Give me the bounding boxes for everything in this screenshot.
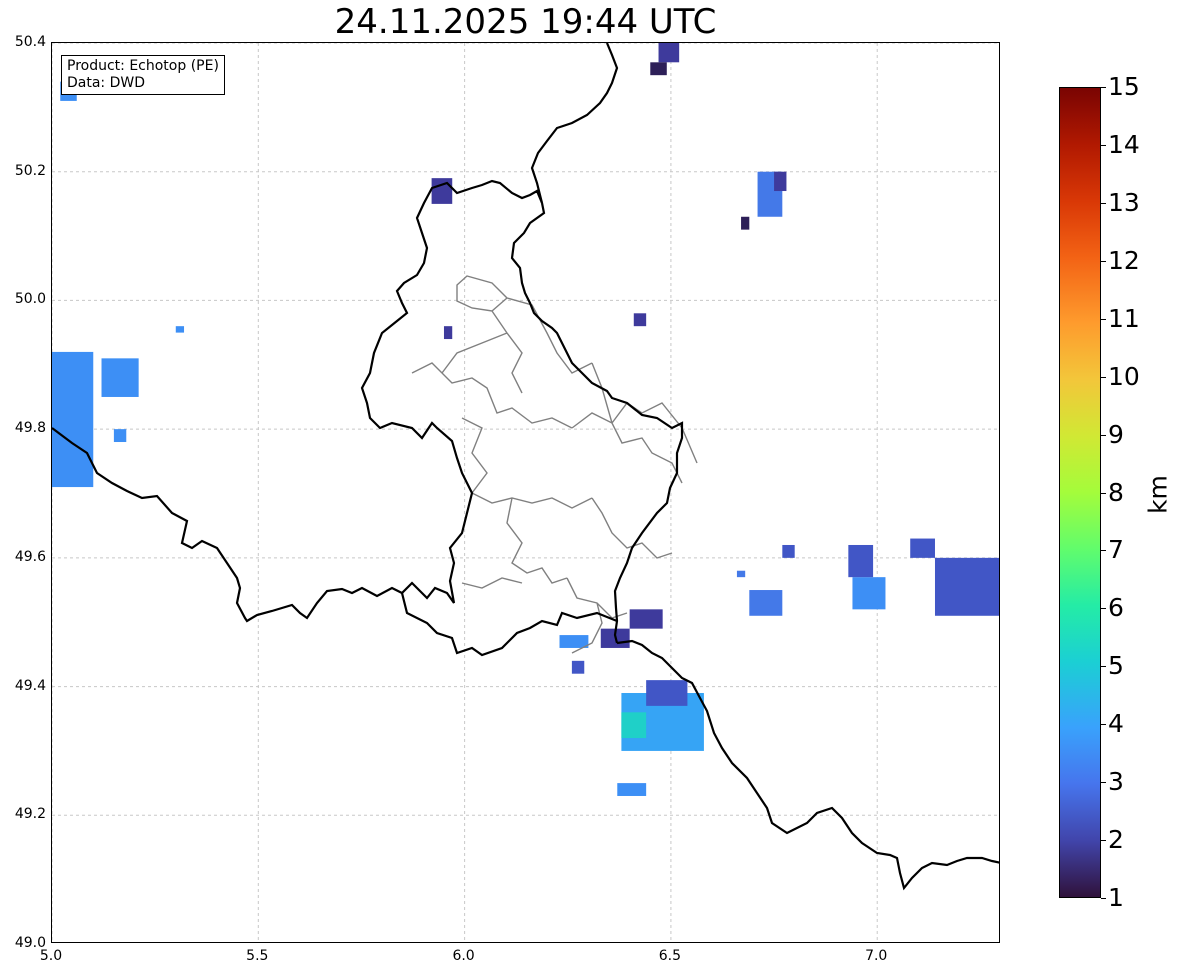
colorbar-tick-mark bbox=[1101, 202, 1106, 204]
colorbar bbox=[1059, 87, 1101, 898]
borders bbox=[52, 43, 999, 891]
y-tick-label: 49.8 bbox=[14, 420, 46, 437]
district-boundary bbox=[411, 275, 698, 654]
x-tick-label: 6.0 bbox=[452, 948, 475, 964]
y-tick-label: 50.2 bbox=[14, 162, 46, 179]
colorbar-tick-label: 9 bbox=[1108, 419, 1124, 449]
colorbar-tick-label: 1 bbox=[1108, 883, 1124, 912]
chart-title: 24.11.2025 19:44 UTC bbox=[334, 2, 717, 42]
x-tick-label: 7.0 bbox=[865, 948, 888, 964]
y-tick-label: 50.0 bbox=[14, 291, 46, 308]
x-tick-label: 5.5 bbox=[246, 948, 269, 964]
echotop-cell bbox=[736, 570, 746, 578]
map-canvas bbox=[52, 43, 999, 942]
echotop-cell bbox=[848, 544, 874, 578]
colorbar-tick-mark bbox=[1101, 144, 1106, 146]
echotop-cell bbox=[431, 178, 453, 204]
echotop-cell bbox=[52, 351, 94, 488]
colorbar-tick-label: 10 bbox=[1108, 361, 1140, 391]
colorbar-tick-label: 14 bbox=[1108, 129, 1140, 159]
colorbar-tick-mark bbox=[1101, 840, 1106, 842]
echotop-cell bbox=[621, 712, 647, 739]
echotop-cell bbox=[749, 590, 783, 616]
colorbar-tick-label: 2 bbox=[1108, 825, 1124, 855]
colorbar-tick-mark bbox=[1101, 724, 1106, 726]
echotop-cell bbox=[646, 680, 688, 706]
colorbar-tick-mark bbox=[1101, 492, 1106, 494]
border-france-germany bbox=[616, 639, 999, 891]
colorbar-tick-label: 13 bbox=[1108, 187, 1140, 217]
colorbar-tick-mark bbox=[1101, 376, 1106, 378]
colorbar-tick-label: 5 bbox=[1108, 651, 1124, 681]
colorbar-tick-mark bbox=[1101, 434, 1106, 436]
colorbar-tick-label: 12 bbox=[1108, 245, 1140, 275]
colorbar-tick-label: 3 bbox=[1108, 767, 1124, 797]
y-tick-label: 49.4 bbox=[14, 677, 46, 694]
x-tick-label: 5.0 bbox=[39, 948, 63, 964]
y-tick-label: 49.2 bbox=[14, 806, 46, 823]
colorbar-tick-mark bbox=[1101, 608, 1106, 610]
echotop-cell bbox=[650, 62, 667, 76]
echotop-cell bbox=[774, 171, 787, 192]
echotop-cell bbox=[910, 538, 935, 558]
colorbar-tick-label: 4 bbox=[1108, 709, 1124, 739]
border-luxembourg-germany bbox=[510, 202, 684, 644]
echotop-cell bbox=[633, 313, 647, 327]
echotop-cell bbox=[443, 326, 453, 340]
echotop-cell bbox=[617, 783, 647, 796]
echotop-cell bbox=[571, 660, 585, 674]
product-line: Product: Echotop (PE) bbox=[67, 58, 219, 74]
echotop-cell bbox=[629, 609, 663, 629]
grid-lines bbox=[52, 43, 999, 942]
border-germany-belgium-north bbox=[530, 43, 619, 204]
colorbar-tick-mark bbox=[1101, 260, 1106, 262]
colorbar-tick-mark bbox=[1101, 318, 1106, 320]
echotop-cell bbox=[741, 216, 750, 230]
colorbar-tick-label: 7 bbox=[1108, 535, 1124, 565]
data-source-line: Data: DWD bbox=[67, 75, 145, 91]
echotop-cell bbox=[852, 577, 886, 610]
border-belgium-luxembourg bbox=[52, 179, 544, 623]
y-tick-label: 49.6 bbox=[14, 548, 46, 565]
colorbar-tick-label: 8 bbox=[1108, 477, 1124, 507]
echotop-cell bbox=[113, 429, 127, 443]
echotop-cell bbox=[559, 635, 589, 648]
colorbar-tick-mark bbox=[1101, 87, 1106, 88]
x-tick-label: 6.5 bbox=[658, 948, 682, 964]
product-info-box: Product: Echotop (PE) Data: DWD bbox=[61, 55, 225, 95]
colorbar-tick-mark bbox=[1101, 550, 1106, 552]
map-plot-area[interactable] bbox=[51, 42, 1000, 943]
y-tick-label: 50.4 bbox=[14, 34, 46, 50]
colorbar-tick-label: 11 bbox=[1108, 303, 1140, 333]
colorbar-tick-label: 15 bbox=[1108, 72, 1140, 101]
echotop-cell bbox=[934, 557, 999, 616]
echotop-cell bbox=[101, 358, 139, 397]
colorbar-tick-label: 6 bbox=[1108, 593, 1124, 623]
echotop-cell bbox=[782, 544, 795, 558]
colorbar-tick-mark bbox=[1101, 898, 1106, 899]
echotop-cell bbox=[658, 43, 680, 63]
colorbar-tick-mark bbox=[1101, 666, 1106, 668]
colorbar-tick-mark bbox=[1101, 782, 1106, 784]
colorbar-unit-label: km bbox=[1143, 475, 1173, 514]
echotop-cell bbox=[175, 326, 185, 333]
echotop-layer bbox=[52, 43, 999, 796]
